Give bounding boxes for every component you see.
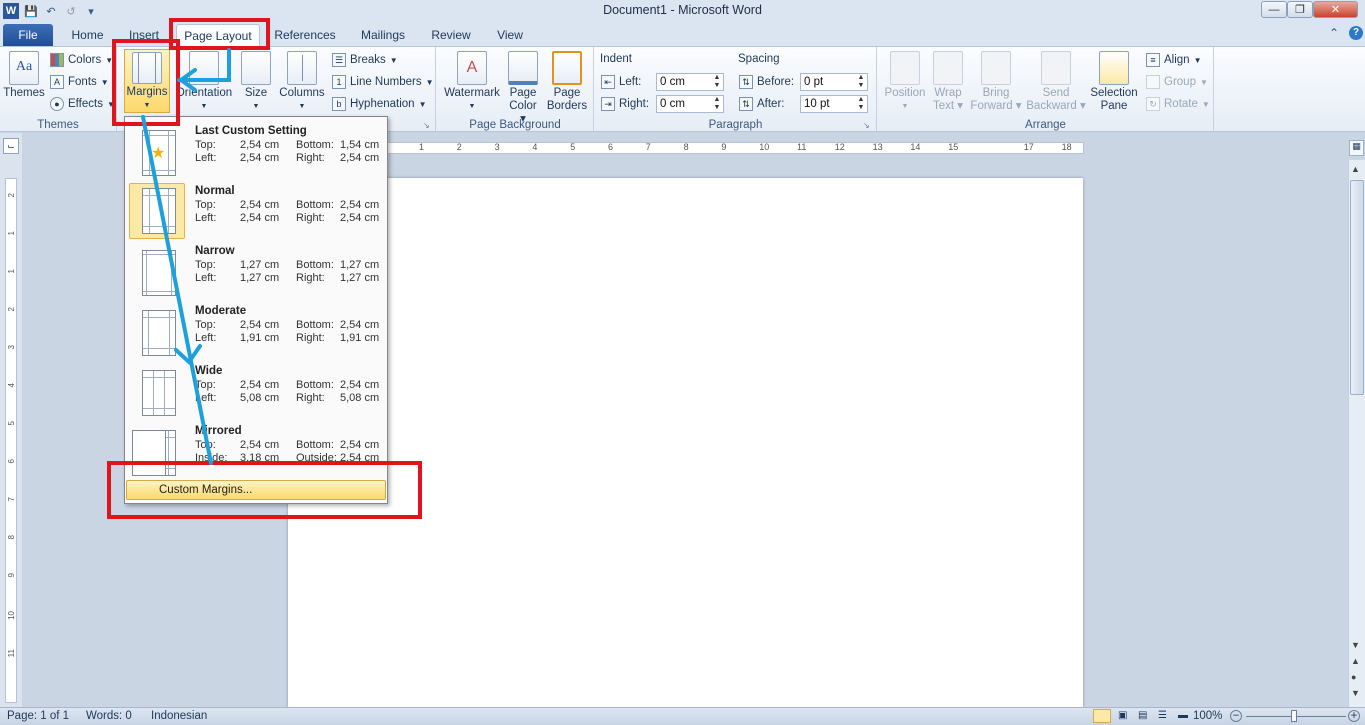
annotation-arrows — [141, 48, 231, 465]
annotation-arrow-margins-to-custom — [141, 115, 213, 465]
